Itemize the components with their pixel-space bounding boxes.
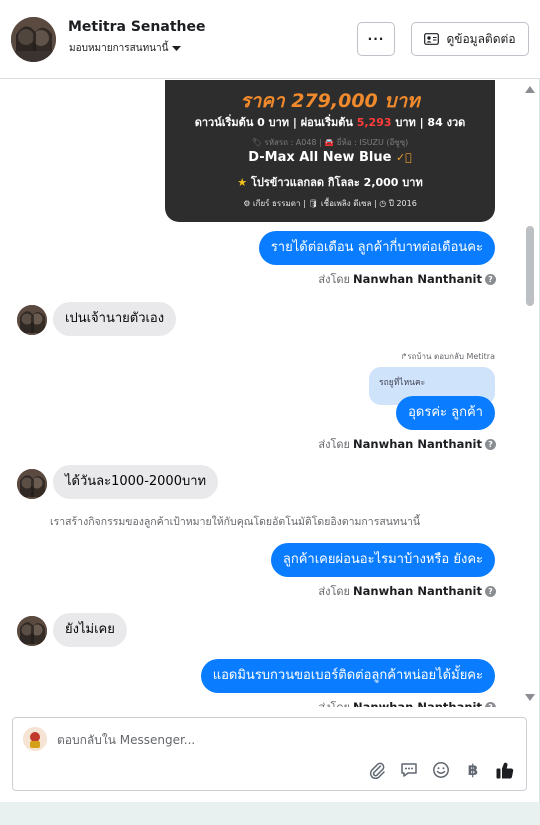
thumbs-up-icon[interactable] xyxy=(494,759,516,781)
outgoing-message[interactable]: รายได้ต่อเดือน ลูกค้ากี่บาทต่อเดือนคะ xyxy=(258,231,495,265)
help-icon[interactable]: ? xyxy=(485,273,496,285)
system-note: เราสร้างกิจกรรมของลูกค้าเป้าหมายให้กับคุ… xyxy=(50,516,421,528)
card-meta: 🏷 รหัสรถ : A048 | 🚘 ยี่ห้อ : ISUZU (อีซู… xyxy=(251,138,409,147)
sent-by-prefix: ส่งโดย xyxy=(318,585,351,598)
contact-avatar[interactable] xyxy=(11,17,56,62)
conversation-header: Metitra Senathee มอบหมายการสนทนานี้ ··· … xyxy=(0,0,540,79)
assign-conversation-dropdown[interactable]: มอบหมายการสนทนานี้ xyxy=(69,41,182,56)
assign-label: มอบหมายการสนทนานี้ xyxy=(69,43,169,54)
reply-input[interactable] xyxy=(57,733,357,747)
sent-by-label: ส่งโดย Nanwhan Nanthanit ? xyxy=(318,435,496,453)
footer-strip xyxy=(0,802,540,825)
messenger-panel: Metitra Senathee มอบหมายการสนทนานี้ ··· … xyxy=(0,0,540,825)
card-specs: ⚙ เกียร์ ธรรมดา | 🛢 เชื้อเพลิง ดีเซล | ◷… xyxy=(243,199,417,208)
card-price: ราคา 279,000 บาท xyxy=(240,90,420,112)
sent-by-label: ส่งโดย Nanwhan Nanthanit ? xyxy=(318,582,496,600)
outgoing-message[interactable]: อุดรค่ะ ลูกค้า xyxy=(396,396,495,430)
model-name: D-Max All New Blue xyxy=(248,150,392,165)
help-icon[interactable]: ? xyxy=(485,438,496,450)
paperclip-icon[interactable] xyxy=(366,759,388,781)
terms-suffix: บาท | 84 งวด xyxy=(391,116,466,129)
outgoing-message[interactable]: แอดมินรบกวนขอเบอร์ติดต่อลูกค้าหน่อยได้มั… xyxy=(200,659,495,693)
chat-bubble-icon[interactable] xyxy=(398,759,420,781)
sent-by-name: Nanwhan Nanthanit xyxy=(353,437,482,451)
incoming-message[interactable]: เปนเจ้านายตัวเอง xyxy=(53,302,177,336)
contact-avatar-small xyxy=(17,616,47,646)
sent-by-name: Nanwhan Nanthanit xyxy=(353,700,482,707)
help-icon[interactable]: ? xyxy=(485,585,496,597)
verified-icon: ✓⃝ xyxy=(395,151,412,164)
scroll-thumb[interactable] xyxy=(526,226,534,306)
card-model: D-Max All New Blue ✓⃝ xyxy=(165,150,495,165)
sent-by-name: Nanwhan Nanthanit xyxy=(353,272,482,286)
car-listing-card[interactable]: ราคา 279,000 บาท ดาวน์เริ่มต้น 0 บาท | ผ… xyxy=(165,80,495,222)
thread-scrollbar[interactable] xyxy=(519,80,539,707)
scroll-down-arrow[interactable] xyxy=(525,694,535,701)
caret-down-icon xyxy=(172,46,182,51)
view-contact-label: ดูข้อมูลติดต่อ xyxy=(446,31,516,46)
more-dots-icon: ··· xyxy=(367,32,385,46)
promo-text: โปรข้าวแลกลด กิโลละ 2,000 บาท xyxy=(251,176,423,189)
help-icon[interactable]: ? xyxy=(485,701,496,707)
terms-prefix: ดาวน์เริ่มต้น 0 บาท | ผ่อนเริ่มต้น xyxy=(194,116,357,129)
reply-indicator: ↱รถบ้าน ตอบกลับ Metitra xyxy=(401,350,495,363)
terms-installment: 5,293 xyxy=(356,116,392,129)
page-avatar xyxy=(23,727,47,751)
sent-by-prefix: ส่งโดย xyxy=(318,273,351,286)
sent-by-label: ส่งโดย Nanwhan Nanthanit ? xyxy=(318,270,496,288)
contact-avatar-small xyxy=(17,305,47,335)
reply-composer: ฿ xyxy=(12,717,527,791)
sent-by-prefix: ส่งโดย xyxy=(318,438,351,451)
contact-name[interactable]: Metitra Senathee xyxy=(68,19,205,35)
message-thread[interactable]: ราคา 279,000 บาท ดาวน์เริ่มต้น 0 บาท | ผ… xyxy=(0,80,540,707)
outgoing-message[interactable]: ลูกค้าเคยผ่อนอะไรมาบ้างหรือ ยังคะ xyxy=(270,543,495,577)
card-promo: ★ โปรข้าวแลกลด กิโลละ 2,000 บาท xyxy=(165,173,495,191)
contact-card-icon xyxy=(424,33,440,45)
star-icon: ★ xyxy=(237,176,248,189)
contact-avatar-small xyxy=(17,469,47,499)
more-options-button[interactable]: ··· xyxy=(357,22,395,56)
incoming-message[interactable]: ยังไม่เคย xyxy=(53,613,127,647)
baht-icon[interactable]: ฿ xyxy=(462,759,484,781)
incoming-message[interactable]: ได้วันละ1000-2000บาท xyxy=(53,465,219,499)
sent-by-label: ส่งโดย Nanwhan Nanthanit ? xyxy=(318,698,496,707)
smile-icon[interactable] xyxy=(430,759,452,781)
view-contact-button[interactable]: ดูข้อมูลติดต่อ xyxy=(411,22,529,56)
sent-by-prefix: ส่งโดย xyxy=(318,698,350,707)
sent-by-name: Nanwhan Nanthanit xyxy=(353,584,482,598)
reply-label: รถบ้าน ตอบกลับ Metitra xyxy=(407,352,495,361)
card-terms: ดาวน์เริ่มต้น 0 บาท | ผ่อนเริ่มต้น 5,293… xyxy=(165,113,495,131)
composer-toolbar: ฿ xyxy=(366,759,516,781)
scroll-up-arrow[interactable] xyxy=(525,86,535,93)
